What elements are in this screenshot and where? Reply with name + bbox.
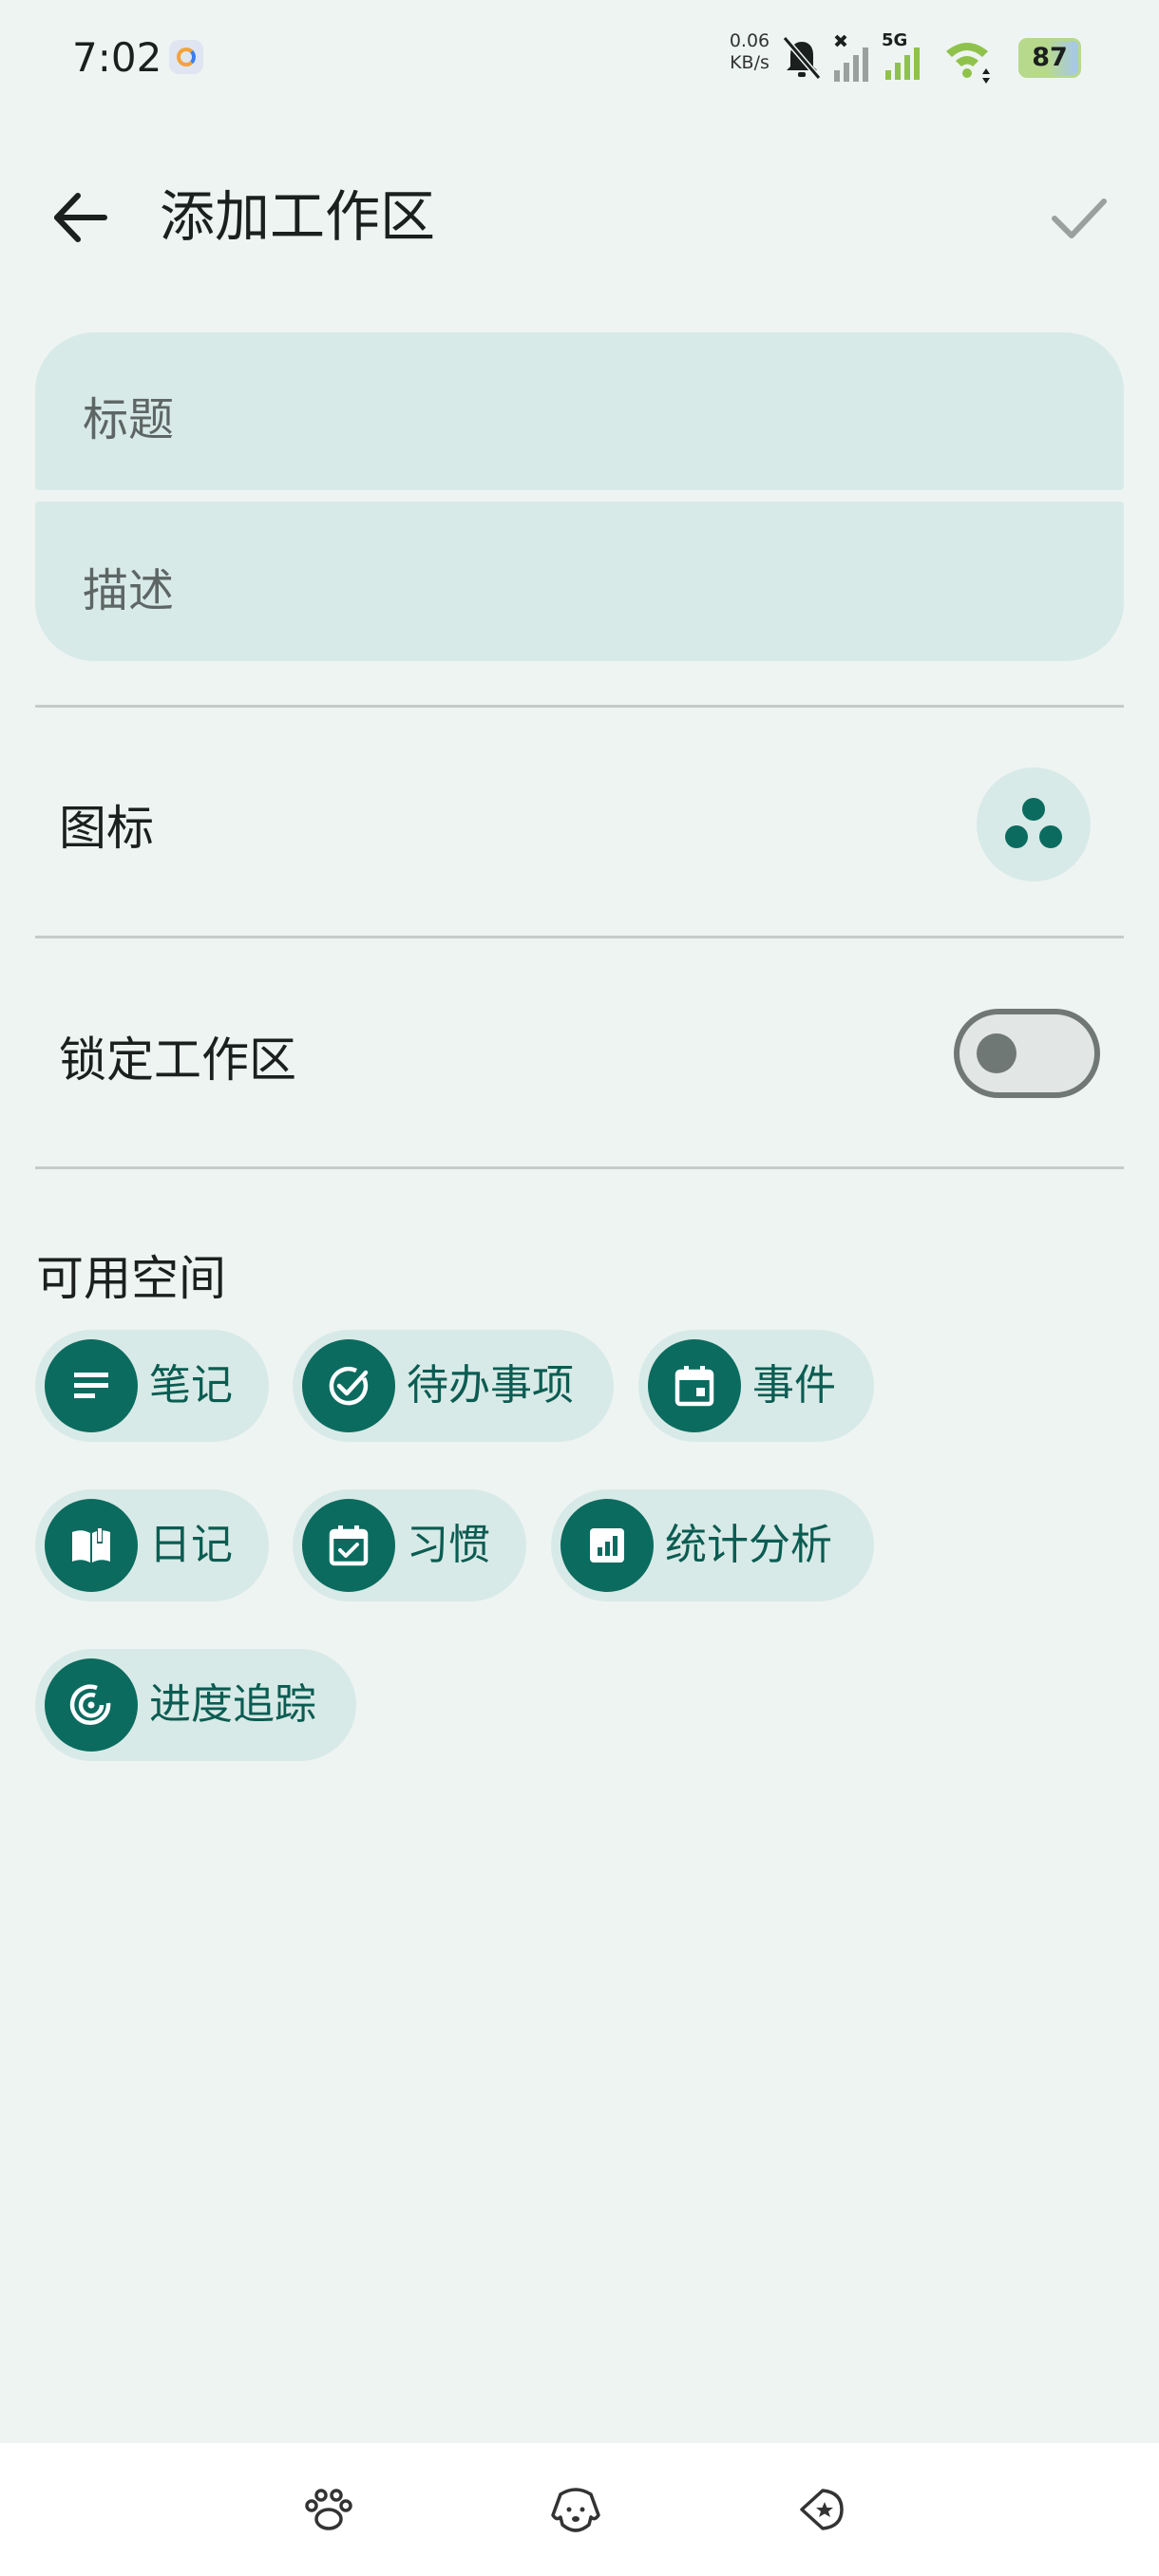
nav-star-tag-button[interactable] bbox=[794, 2481, 851, 2538]
chip-statistics[interactable]: 统计分析 bbox=[551, 1489, 874, 1601]
description-placeholder: 描述 bbox=[83, 564, 175, 617]
network-type: 5G bbox=[882, 30, 907, 50]
chip-label: 笔记 bbox=[149, 1361, 233, 1410]
network-speed-value: 0.06 bbox=[729, 30, 770, 51]
check-circle-icon bbox=[329, 1366, 369, 1406]
chip-label: 习惯 bbox=[407, 1521, 490, 1569]
app-bar: 添加工作区 bbox=[0, 152, 1159, 266]
page-title: 添加工作区 bbox=[160, 184, 436, 249]
book-icon bbox=[72, 1528, 110, 1563]
chip-progress-tracking[interactable]: 进度追踪 bbox=[35, 1649, 356, 1761]
toggle-thumb bbox=[977, 1033, 1016, 1073]
nav-paw-button[interactable] bbox=[300, 2481, 357, 2538]
chip-diary[interactable]: 日记 bbox=[35, 1489, 269, 1601]
calendar-check-icon bbox=[329, 1525, 369, 1566]
muted-bell-icon bbox=[782, 36, 822, 80]
divider bbox=[35, 705, 1124, 708]
network-speed: 0.06 KB/s bbox=[716, 30, 783, 74]
bottom-navigation bbox=[0, 2443, 1159, 2576]
icon-picker-button[interactable] bbox=[977, 767, 1091, 881]
arrow-left-icon bbox=[54, 193, 107, 242]
target-icon bbox=[69, 1684, 111, 1725]
chip-label: 待办事项 bbox=[407, 1361, 574, 1410]
wifi-icon bbox=[946, 43, 990, 84]
paw-icon bbox=[305, 2489, 352, 2530]
lock-workspace-toggle[interactable] bbox=[954, 1009, 1100, 1098]
back-button[interactable] bbox=[38, 175, 124, 260]
status-icons: 5G bbox=[782, 30, 990, 84]
star-tag-icon bbox=[800, 2489, 844, 2530]
available-spaces-title: 可用空间 bbox=[36, 1251, 226, 1306]
signal-5g-icon: 5G bbox=[882, 30, 920, 80]
check-icon bbox=[1052, 199, 1107, 238]
bar-chart-icon bbox=[590, 1528, 624, 1563]
chip-label: 事件 bbox=[752, 1361, 836, 1410]
status-bar: 7:02 0.06 KB/s 5G 87 bbox=[0, 0, 1159, 114]
icon-label: 图标 bbox=[59, 801, 154, 856]
description-input[interactable]: 描述 bbox=[35, 502, 1124, 661]
notes-icon bbox=[74, 1373, 108, 1398]
dog-icon bbox=[551, 2488, 600, 2532]
three-dots-icon bbox=[1005, 798, 1062, 848]
lock-workspace-label: 锁定工作区 bbox=[59, 1032, 296, 1088]
chip-events[interactable]: 事件 bbox=[638, 1330, 874, 1442]
chip-label: 日记 bbox=[149, 1521, 233, 1569]
chip-label: 统计分析 bbox=[665, 1521, 832, 1569]
app-notification-icon bbox=[169, 40, 203, 74]
divider bbox=[35, 1166, 1124, 1169]
divider bbox=[35, 936, 1124, 938]
chip-todo[interactable]: 待办事项 bbox=[293, 1330, 614, 1442]
chip-label: 进度追踪 bbox=[149, 1680, 316, 1729]
chip-habits[interactable]: 习惯 bbox=[293, 1489, 526, 1601]
calendar-event-icon bbox=[674, 1366, 714, 1407]
confirm-button[interactable] bbox=[1036, 175, 1121, 260]
network-speed-unit: KB/s bbox=[730, 52, 770, 73]
title-input[interactable]: 标题 bbox=[35, 332, 1124, 490]
nav-dog-button[interactable] bbox=[547, 2481, 604, 2538]
title-placeholder: 标题 bbox=[83, 393, 175, 446]
status-time: 7:02 bbox=[72, 34, 162, 81]
battery-indicator: 87 bbox=[1018, 38, 1081, 78]
signal-nodata-icon bbox=[834, 34, 868, 82]
chip-notes[interactable]: 笔记 bbox=[35, 1330, 269, 1442]
